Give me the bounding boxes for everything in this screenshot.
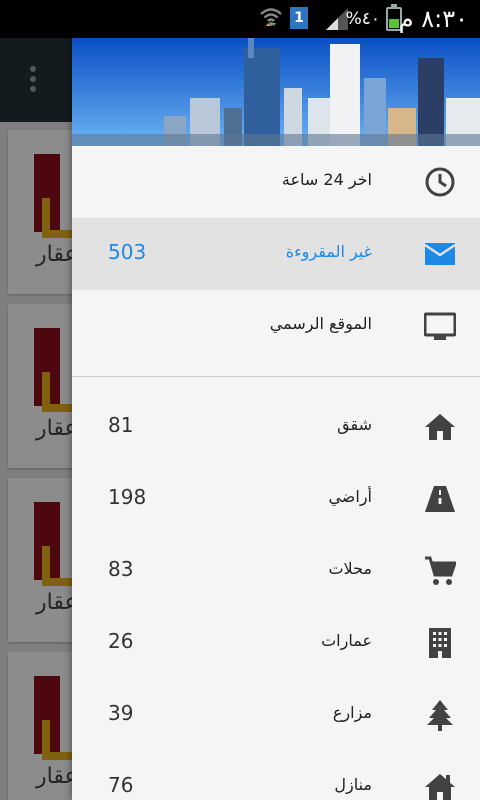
- item-count: 39: [108, 701, 134, 725]
- nav-label: أراضي: [328, 487, 372, 506]
- nav-label: الموقع الرسمي: [269, 314, 372, 333]
- clock: ٨:٣٠ م: [398, 5, 468, 33]
- nav-label: عمارات: [321, 631, 372, 650]
- house-icon: [425, 774, 455, 800]
- cart-icon: [425, 556, 456, 585]
- road-icon: [425, 486, 455, 512]
- nav-item-unread[interactable]: غير المقروءة 503: [72, 218, 480, 290]
- nav-item-last-24-hours[interactable]: اخر 24 ساعة: [72, 146, 480, 218]
- city-skyline-icon: [72, 38, 480, 146]
- nav-label: منازل: [334, 775, 372, 794]
- item-count: 76: [108, 773, 134, 797]
- monitor-icon: [424, 312, 456, 340]
- nav-item-lands[interactable]: أراضي 198: [72, 463, 480, 535]
- nav-label: محلات: [328, 559, 372, 578]
- item-count: 81: [108, 413, 134, 437]
- navigation-drawer: اخر 24 ساعة غير المقروءة 503 الموقع الرس…: [72, 38, 480, 800]
- clock-icon: [425, 167, 455, 197]
- home-icon: [425, 414, 455, 440]
- mail-icon: [424, 243, 456, 265]
- nav-item-official-site[interactable]: الموقع الرسمي: [72, 290, 480, 362]
- nav-label: غير المقروءة: [285, 242, 372, 261]
- nav-item-apartments[interactable]: شقق 81: [72, 391, 480, 463]
- divider: [72, 376, 480, 377]
- item-count: 26: [108, 629, 134, 653]
- status-bar: 1 %٤٠ ٨:٣٠ م: [0, 0, 480, 38]
- sim-badge: 1: [290, 7, 308, 29]
- nav-item-farms[interactable]: مزارع 39: [72, 679, 480, 751]
- nav-item-houses[interactable]: منازل 76: [72, 751, 480, 800]
- item-count: 83: [108, 557, 134, 581]
- nav-item-shops[interactable]: محلات 83: [72, 535, 480, 607]
- nav-label: مزارع: [332, 703, 372, 722]
- battery-percent: %٤٠: [345, 9, 380, 29]
- tree-icon: [427, 700, 453, 731]
- nav-label: شقق: [337, 415, 372, 434]
- nav-label: اخر 24 ساعة: [281, 170, 372, 189]
- drawer-header-image: [72, 38, 480, 146]
- building-icon: [429, 628, 451, 658]
- item-count: 198: [108, 485, 147, 509]
- nav-item-buildings[interactable]: عمارات 26: [72, 607, 480, 679]
- unread-count: 503: [108, 240, 147, 264]
- wifi-icon: [260, 8, 282, 26]
